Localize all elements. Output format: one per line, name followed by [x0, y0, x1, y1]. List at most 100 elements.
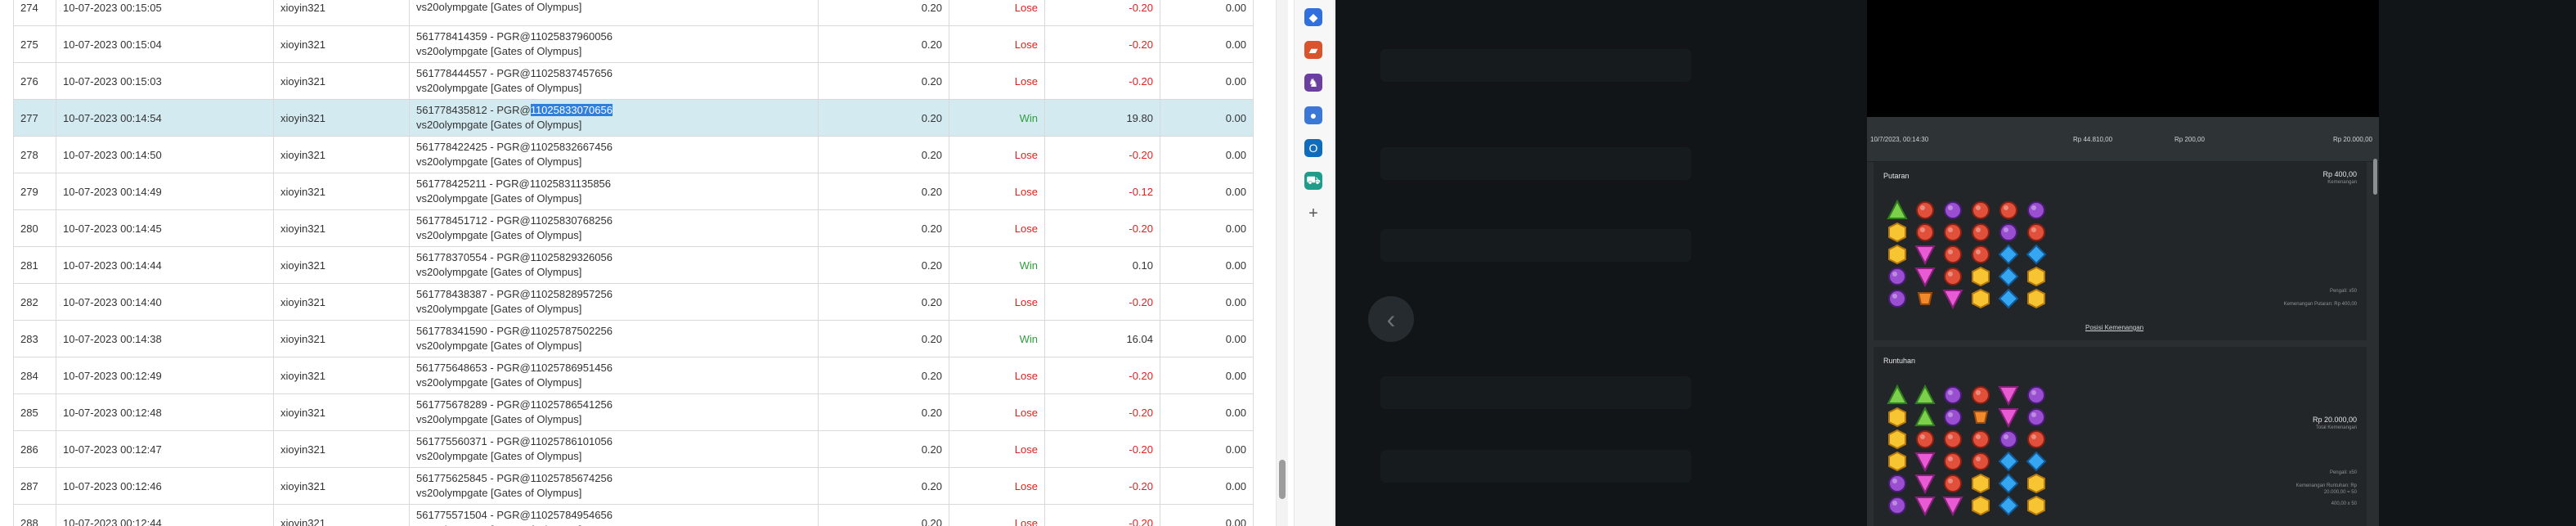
- history-summary-row[interactable]: 10/7/2023, 00:14:30 Rp 44.810,00 Rp 200,…: [1867, 117, 2379, 162]
- row-transaction-ref: 561778435812 - PGR@: [416, 104, 531, 116]
- winning-positions-link[interactable]: Posisi Kemenangan: [2085, 324, 2143, 331]
- row-winloss: -0.20: [1044, 25, 1160, 63]
- yellow-gem-symbol: [1970, 288, 1998, 310]
- row-winloss: -0.12: [1044, 173, 1160, 210]
- red-gem-symbol: [1942, 473, 1970, 495]
- table-row[interactable]: 288 10-07-2023 00:12:44 xioyin321 561775571…: [13, 504, 1254, 526]
- yellow-gem-symbol: [1887, 407, 1914, 429]
- row-bet: 0.20: [818, 504, 949, 526]
- row-index: 275: [13, 25, 56, 63]
- row-username: xioyin321: [273, 504, 410, 526]
- row-balance: 0.00: [1160, 62, 1254, 100]
- outlook-icon[interactable]: O: [1304, 139, 1322, 157]
- yellow-gem-symbol: [2026, 266, 2053, 288]
- row-username: xioyin321: [273, 283, 410, 321]
- table-row[interactable]: 284 10-07-2023 00:12:49 xioyin321 561775648…: [13, 357, 1254, 394]
- row-transaction-ref: 561778438387 - PGR@11025828957256: [416, 288, 613, 300]
- shopping-icon[interactable]: ⛟: [1304, 172, 1322, 190]
- table-row[interactable]: 285 10-07-2023 00:12:48 xioyin321 561775678…: [13, 393, 1254, 431]
- table-row[interactable]: 286 10-07-2023 00:12:47 xioyin321 561775560…: [13, 430, 1254, 468]
- row-transaction-ref: 561775625845 - PGR@11025785674256: [416, 472, 613, 484]
- row-result: Lose: [949, 467, 1045, 505]
- table-row[interactable]: 282 10-07-2023 00:14:40 xioyin321 561778438…: [13, 283, 1254, 321]
- row-username: xioyin321: [273, 62, 410, 100]
- pink-gem-symbol: [1998, 407, 2026, 429]
- row-index: 278: [13, 136, 56, 173]
- row-result: Lose: [949, 504, 1045, 526]
- row-username: xioyin321: [273, 25, 410, 63]
- row-index: 288: [13, 504, 56, 526]
- table-row[interactable]: 280 10-07-2023 00:14:45 xioyin321 561778451…: [13, 209, 1254, 247]
- spin-remaining: Kemenangan Putaran: Rp 400,00: [2283, 302, 2357, 307]
- table-row[interactable]: 277 10-07-2023 00:14:54 xioyin321 561778435…: [13, 99, 1254, 137]
- row-date: 10-07-2023 00:14:40: [56, 283, 274, 321]
- row-index: 274: [13, 0, 56, 26]
- row-index: 282: [13, 283, 56, 321]
- pink-gem-symbol: [1914, 495, 1942, 517]
- row-date: 10-07-2023 00:15:04: [56, 25, 274, 63]
- row-bet: 0.20: [818, 136, 949, 173]
- row-transaction-id: 561778444557 - PGR@11025837457656: [416, 66, 811, 81]
- row-game-name: vs20olympgate [Gates of Olympus]: [416, 82, 582, 94]
- row-winloss: -0.20: [1044, 209, 1160, 247]
- row-game-name: vs20olympgate [Gates of Olympus]: [416, 487, 582, 499]
- yellow-gem-symbol: [1970, 473, 1998, 495]
- row-winloss: -0.20: [1044, 357, 1160, 394]
- row-balance: 0.00: [1160, 320, 1254, 357]
- table-scroll-thumb[interactable]: [1279, 460, 1286, 499]
- row-transaction-ref: 561778414359 - PGR@11025837960056: [416, 30, 613, 43]
- red-gem-symbol: [1998, 200, 2026, 222]
- table-scrollbar[interactable]: [1276, 0, 1288, 526]
- background-row: [1380, 147, 1691, 180]
- tag-icon[interactable]: ◆: [1304, 8, 1322, 26]
- row-winloss: 19.80: [1044, 99, 1160, 137]
- red-gem-symbol: [1942, 429, 1970, 451]
- row-game-name: vs20olympgate [Gates of Olympus]: [416, 119, 582, 131]
- row-transaction-id: 561778438387 - PGR@11025828957256: [416, 287, 811, 302]
- table-row[interactable]: 281 10-07-2023 00:14:44 xioyin321 561778370…: [13, 246, 1254, 284]
- panel-scrollbar[interactable]: [2373, 159, 2377, 195]
- row-transaction-id: 561775648653 - PGR@11025786951456: [416, 361, 811, 375]
- purple-gem-symbol: [1942, 200, 1970, 222]
- row-result: Win: [949, 320, 1045, 357]
- row-description: 561778414359 - PGR@11025837960056 vs20oly…: [409, 25, 819, 63]
- table-row[interactable]: 275 10-07-2023 00:15:04 xioyin321 561778414…: [13, 25, 1254, 63]
- table-row[interactable]: 279 10-07-2023 00:14:49 xioyin321 561778425…: [13, 173, 1254, 210]
- chess-icon[interactable]: ♞: [1304, 74, 1322, 92]
- row-winloss: -0.20: [1044, 393, 1160, 431]
- red-gem-symbol: [1914, 200, 1942, 222]
- blue-gem-symbol: [1998, 451, 2026, 473]
- row-description: 561778425211 - PGR@11025831135856 vs20oly…: [409, 173, 819, 210]
- table-row[interactable]: 287 10-07-2023 00:12:46 xioyin321 561775625…: [13, 467, 1254, 505]
- briefcase-icon[interactable]: ▰: [1304, 41, 1322, 59]
- table-row[interactable]: 278 10-07-2023 00:14:50 xioyin321 561778422…: [13, 136, 1254, 173]
- row-game-name: vs20olympgate [Gates of Olympus]: [416, 376, 582, 389]
- row-bet: 0.20: [818, 99, 949, 137]
- row-index: 281: [13, 246, 56, 284]
- row-bet: 0.20: [818, 173, 949, 210]
- add-icon[interactable]: +: [1304, 205, 1322, 223]
- table-row[interactable]: 274 10-07-2023 00:15:05 xioyin321 vs20olymp…: [13, 0, 1254, 26]
- copilot-icon[interactable]: ●: [1304, 106, 1322, 124]
- row-description: 561778451712 - PGR@11025830768256 vs20oly…: [409, 209, 819, 247]
- row-balance: 0.00: [1160, 246, 1254, 284]
- blue-gem-symbol: [2026, 451, 2053, 473]
- row-date: 10-07-2023 00:12:48: [56, 393, 274, 431]
- row-username: xioyin321: [273, 467, 410, 505]
- row-description: 561778444557 - PGR@11025837457656 vs20oly…: [409, 62, 819, 100]
- row-username: xioyin321: [273, 209, 410, 247]
- table-row[interactable]: 283 10-07-2023 00:14:38 xioyin321 561778341…: [13, 320, 1254, 357]
- row-index: 279: [13, 173, 56, 210]
- row-bet: 0.20: [818, 25, 949, 63]
- history-bet: Rp 200,00: [2174, 135, 2205, 143]
- back-button[interactable]: ‹: [1368, 296, 1414, 342]
- background-row: [1380, 376, 1691, 409]
- row-transaction-id: 561778451712 - PGR@11025830768256: [416, 214, 811, 228]
- row-description: 561778370554 - PGR@11025829326056 vs20oly…: [409, 246, 819, 284]
- row-transaction-ref: 561778370554 - PGR@11025829326056: [416, 251, 613, 263]
- table-row[interactable]: 276 10-07-2023 00:15:03 xioyin321 561778444…: [13, 62, 1254, 100]
- purple-gem-symbol: [1887, 473, 1914, 495]
- row-date: 10-07-2023 00:14:45: [56, 209, 274, 247]
- row-winloss: 0.10: [1044, 246, 1160, 284]
- green-gem-symbol: [1914, 384, 1942, 407]
